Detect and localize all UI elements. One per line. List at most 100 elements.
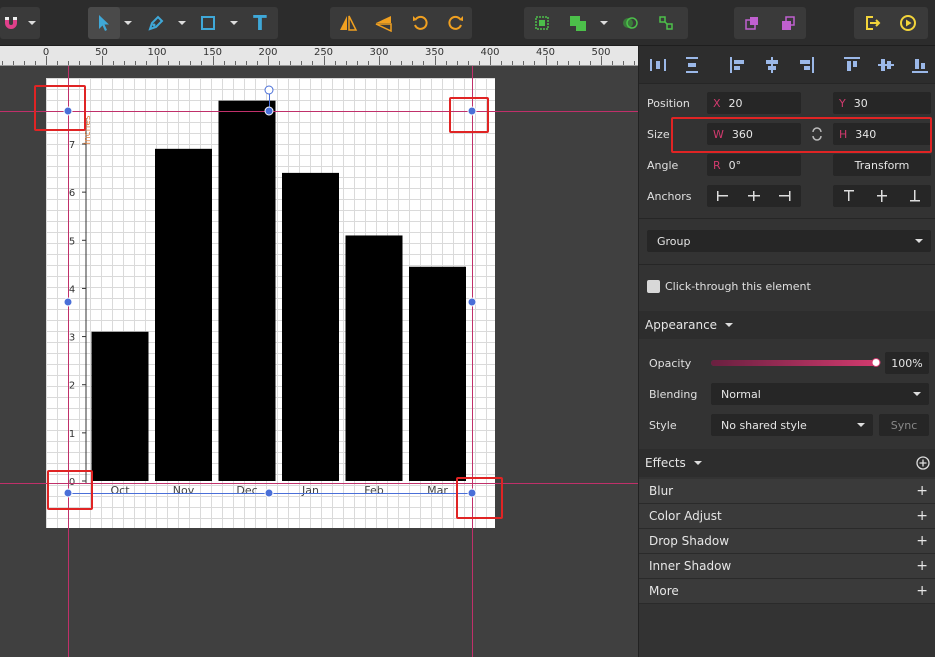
shared-style-select[interactable]: No shared style bbox=[711, 414, 873, 436]
pointer-icon[interactable] bbox=[88, 7, 120, 39]
opacity-knob[interactable] bbox=[871, 358, 881, 367]
ruler-tick bbox=[1, 61, 3, 65]
magnet-icon[interactable] bbox=[0, 7, 22, 39]
ruler-label: 300 bbox=[369, 47, 389, 58]
flip-vertical-icon[interactable] bbox=[368, 7, 400, 39]
chevron-down-icon[interactable] bbox=[174, 7, 190, 39]
effect-inner-shadow[interactable]: Inner Shadow + bbox=[639, 554, 935, 579]
ruler-tick bbox=[623, 61, 625, 65]
rectangle-icon[interactable] bbox=[192, 7, 224, 39]
properties-panel: Position X 20 Y 30 Size W 360 H 340 Angl… bbox=[638, 46, 935, 657]
effects-label: Effects bbox=[645, 456, 686, 470]
flip-horizontal-icon[interactable] bbox=[332, 7, 364, 39]
chevron-down-icon[interactable] bbox=[226, 7, 242, 39]
resize-handle-left[interactable] bbox=[63, 297, 73, 307]
artboard[interactable]: 01234567InchesOctNovDecJanFebMar bbox=[46, 78, 495, 528]
transform-button[interactable]: Transform bbox=[833, 154, 931, 176]
text-icon[interactable]: T bbox=[244, 7, 276, 39]
align-center-horizontal-icon[interactable] bbox=[763, 56, 781, 74]
opacity-slider[interactable] bbox=[711, 358, 881, 367]
chevron-down-icon bbox=[915, 239, 923, 243]
ruler-tick bbox=[390, 61, 392, 65]
effect-color-adjust[interactable]: Color Adjust + bbox=[639, 504, 935, 529]
plus-icon[interactable]: + bbox=[916, 533, 928, 549]
effect-blur[interactable]: Blur + bbox=[639, 479, 935, 504]
boolean-union-icon[interactable] bbox=[562, 7, 594, 39]
opacity-field[interactable]: 100% bbox=[885, 352, 929, 374]
ruler-label: 350 bbox=[424, 47, 445, 58]
anchor-left-icon[interactable] bbox=[716, 190, 730, 202]
effect-more[interactable]: More + bbox=[639, 579, 935, 604]
boolean-mask-icon[interactable] bbox=[614, 7, 646, 39]
bar-oct bbox=[91, 331, 149, 481]
arrange-forward-icon[interactable] bbox=[736, 7, 768, 39]
anchor-top-icon[interactable] bbox=[843, 189, 855, 203]
plus-icon[interactable]: + bbox=[916, 583, 928, 599]
click-through-checkbox[interactable] bbox=[647, 280, 660, 293]
y-tick-label: 1 bbox=[69, 429, 75, 440]
anchor-right-icon[interactable] bbox=[778, 190, 792, 202]
sync-button[interactable]: Sync bbox=[879, 414, 929, 436]
y-tick-label: 6 bbox=[69, 188, 75, 199]
bar-dec bbox=[218, 100, 276, 481]
vertical-guide[interactable] bbox=[472, 66, 473, 657]
align-right-icon[interactable] bbox=[797, 56, 815, 74]
arrange-backward-icon[interactable] bbox=[772, 7, 804, 39]
anchor-center-h-icon[interactable] bbox=[747, 190, 761, 202]
plus-icon[interactable]: + bbox=[916, 558, 928, 574]
add-effect-icon[interactable] bbox=[916, 456, 930, 470]
align-center-vertical-icon[interactable] bbox=[877, 56, 895, 74]
canvas[interactable]: 01234567InchesOctNovDecJanFebMar bbox=[0, 66, 638, 657]
align-bottom-icon[interactable] bbox=[911, 56, 929, 74]
x-prefix: X bbox=[713, 96, 721, 110]
resize-handle-bottom[interactable] bbox=[264, 488, 274, 498]
plus-icon[interactable]: + bbox=[916, 483, 928, 499]
x-field[interactable]: X 20 bbox=[707, 92, 801, 114]
chevron-down-icon[interactable] bbox=[596, 7, 612, 39]
blending-label: Blending bbox=[649, 388, 698, 401]
group-icon[interactable] bbox=[526, 7, 558, 39]
distribute-horizontal-icon[interactable] bbox=[649, 56, 667, 74]
preview-play-icon[interactable] bbox=[892, 7, 924, 39]
chevron-down-icon[interactable] bbox=[120, 7, 136, 39]
align-top-icon[interactable] bbox=[843, 56, 861, 74]
effect-label: Color Adjust bbox=[649, 509, 722, 523]
pen-icon[interactable] bbox=[140, 7, 172, 39]
vertical-guide[interactable] bbox=[68, 66, 69, 657]
export-icon[interactable] bbox=[856, 7, 888, 39]
bar-jan bbox=[282, 172, 339, 481]
highlight-box-bottom-left bbox=[47, 470, 93, 510]
ruler-tick bbox=[68, 61, 70, 65]
appearance-section-header[interactable]: Appearance bbox=[639, 311, 935, 339]
bar-chart[interactable]: 01234567InchesOctNovDecJanFebMar bbox=[46, 78, 495, 528]
ruler-tick bbox=[534, 61, 536, 65]
effects-section-header[interactable]: Effects bbox=[639, 449, 935, 477]
effect-drop-shadow[interactable]: Drop Shadow + bbox=[639, 529, 935, 554]
align-left-icon[interactable] bbox=[729, 56, 747, 74]
size-label: Size bbox=[647, 128, 670, 141]
highlight-box-top-left bbox=[34, 85, 86, 131]
y-field[interactable]: Y 30 bbox=[833, 92, 931, 114]
distribute-vertical-icon[interactable] bbox=[683, 56, 701, 74]
plus-icon[interactable]: + bbox=[916, 508, 928, 524]
rotation-field[interactable]: R 0° bbox=[707, 154, 801, 176]
resize-handle-top[interactable] bbox=[264, 106, 274, 116]
resize-handle-right[interactable] bbox=[467, 297, 477, 307]
anchor-center-v-icon[interactable] bbox=[876, 189, 888, 203]
blending-value: Normal bbox=[721, 387, 761, 401]
element-type-select[interactable]: Group bbox=[647, 230, 931, 252]
blending-select[interactable]: Normal bbox=[711, 383, 929, 405]
rotation-handle[interactable] bbox=[264, 85, 274, 95]
effect-label: Blur bbox=[649, 484, 674, 498]
horizontal-guide[interactable] bbox=[0, 111, 638, 112]
rotate-left-icon[interactable] bbox=[404, 7, 436, 39]
ungroup-icon[interactable] bbox=[650, 7, 682, 39]
chevron-down-icon[interactable] bbox=[24, 7, 40, 39]
y-tick-label: 7 bbox=[69, 140, 75, 151]
anchor-bottom-icon[interactable] bbox=[909, 189, 921, 203]
rotate-right-icon[interactable] bbox=[440, 7, 472, 39]
horizontal-guide[interactable] bbox=[0, 483, 638, 484]
ruler-tick bbox=[356, 61, 358, 65]
x-tick-label: Oct bbox=[110, 484, 130, 497]
ruler-tick bbox=[112, 61, 114, 65]
